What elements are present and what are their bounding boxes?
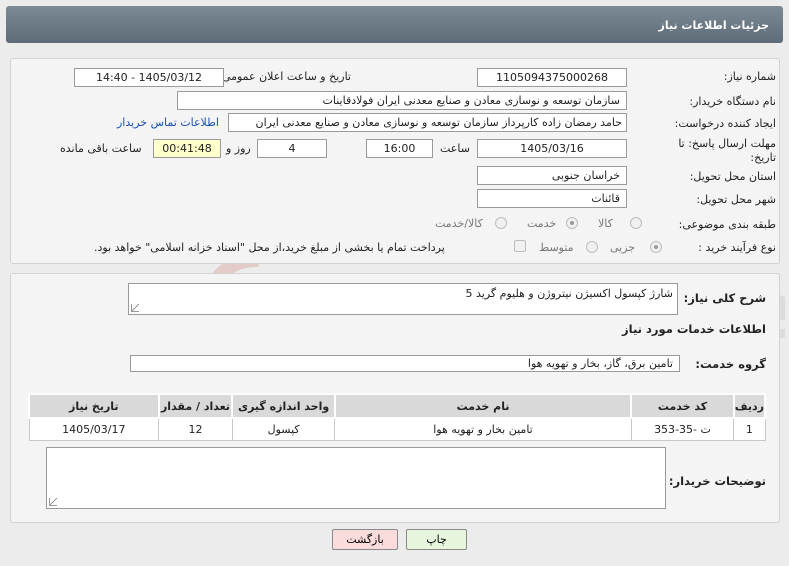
province-label: استان محل تحویل: [689,170,776,183]
need-info-panel [10,58,780,264]
deadline-date-field: 1405/03/16 [477,139,627,158]
buyer-org-label: نام دستگاه خریدار: [689,95,776,108]
requester-label: ایجاد کننده درخواست: [674,117,776,130]
print-button[interactable]: چاپ [406,529,467,550]
summary-textarea: شارژ کپسول اکسیژن نیتروژن و هلیوم گرید 5 [128,283,678,315]
category-goods-label: کالا [598,217,613,230]
announce-date-label: تاریخ و ساعت اعلان عمومی: [218,70,351,83]
cell-unit: کپسول [231,417,336,441]
process-medium-label: متوسط [539,241,574,254]
payment-note: پرداخت تمام یا بخشی از مبلغ خرید،از محل … [94,241,445,254]
col-service-code: کد خدمت [630,393,735,419]
buyer-notes-textarea[interactable] [46,447,666,509]
summary-label: شرح کلی نیاز: [683,291,766,305]
col-need-date: تاریخ نیاز [28,393,160,419]
cell-service-code: ت -35-353 [630,417,735,441]
col-row-number: ردیف [732,393,767,419]
announce-date-field: 1405/03/12 - 14:40 [74,68,224,87]
need-number-field: 1105094375000268 [477,68,627,87]
remaining-time-field: 00:41:48 [153,139,221,158]
table-header-row: ردیف کد خدمت نام خدمت واحد اندازه گیری ت… [28,393,767,419]
resize-grip-icon [131,304,139,312]
back-button[interactable]: بازگشت [332,529,398,550]
city-field: قائنات [477,189,627,208]
cell-quantity: 12 [158,417,233,441]
days-label: روز و [226,142,251,155]
category-service-label: خدمت [527,217,557,230]
page-title: جزئیات اطلاعات نیاز [658,19,770,32]
days-remaining-field: 4 [257,139,327,158]
treasury-checkbox[interactable] [514,240,526,252]
buyer-contact-link[interactable]: اطلاعات تماس خریدار [117,116,219,129]
province-field: خراسان جنوبی [477,166,627,185]
process-medium-radio[interactable] [586,241,598,253]
city-label: شهر محل تحویل: [696,193,776,206]
cell-row-number: 1 [733,417,766,441]
service-group-field: تامین برق، گاز، بخار و تهویه هوا [130,355,680,372]
services-section-title: اطلاعات خدمات مورد نیاز [622,322,766,336]
process-minor-label: جزیی [610,241,636,254]
category-service-radio[interactable] [566,217,578,229]
deadline-time-field: 16:00 [366,139,433,158]
services-table: ردیف کد خدمت نام خدمت واحد اندازه گیری ت… [28,393,767,441]
summary-text: شارژ کپسول اکسیژن نیتروژن و هلیوم گرید 5 [465,287,673,300]
need-number-label: شماره نیاز: [723,70,776,83]
buyer-notes-label: توضیحات خریدار: [668,474,766,488]
col-service-name: نام خدمت [333,393,633,419]
category-goods-service-radio[interactable] [495,217,507,229]
process-minor-radio[interactable] [650,241,662,253]
cell-need-date: 1405/03/17 [28,417,160,441]
resize-grip-icon [49,498,57,506]
buyer-org-field: سازمان توسعه و نوسازی معادن و صنایع معدن… [177,91,627,110]
service-group-label: گروه خدمت: [695,357,766,371]
category-goods-service-label: کالا/خدمت [435,217,483,230]
deadline-time-label: ساعت [440,142,470,155]
deadline-label: مهلت ارسال پاسخ: تا تاریخ: [678,137,776,164]
requester-field: حامد رمضان زاده کارپرداز سازمان توسعه و … [228,113,627,132]
col-unit: واحد اندازه گیری [231,393,336,419]
remaining-time-label: ساعت باقی مانده [60,142,142,155]
category-label: طبقه بندی موضوعی: [678,218,776,231]
col-quantity: تعداد / مقدار [157,393,234,419]
page-header: جزئیات اطلاعات نیاز [6,6,783,43]
cell-service-name: تامین بخار و تهویه هوا [334,417,632,441]
table-row: 1 ت -35-353 تامین بخار و تهویه هوا کپسول… [28,417,766,441]
category-goods-radio[interactable] [630,217,642,229]
process-label: نوع فرآیند خرید : [698,241,776,254]
